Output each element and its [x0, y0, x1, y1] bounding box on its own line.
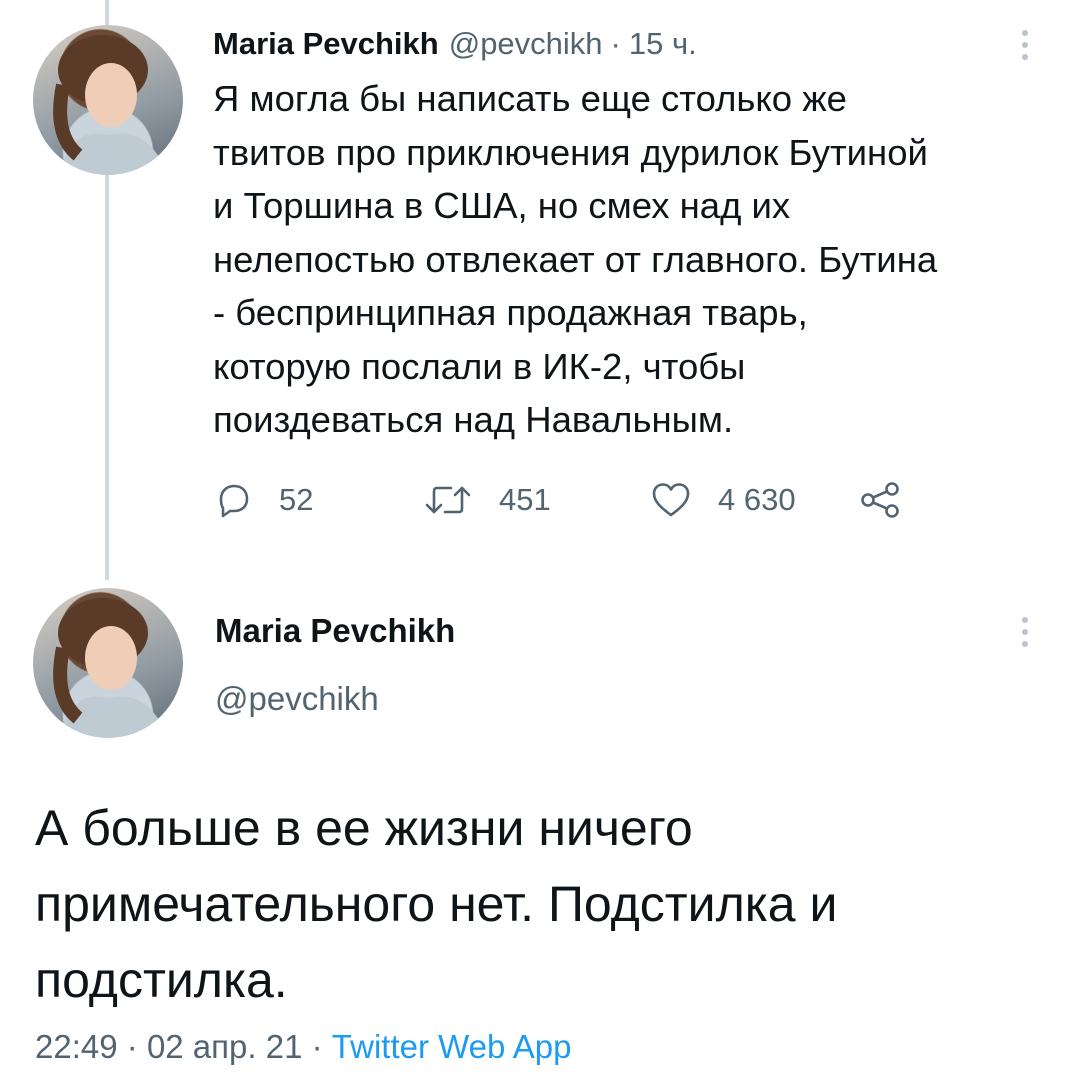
author-handle[interactable]: @pevchikh	[449, 26, 603, 62]
more-icon[interactable]	[1020, 30, 1030, 60]
tweet-text: Я могла бы написать еще столько же твито…	[213, 78, 938, 440]
retweet-count: 451	[499, 482, 551, 517]
separator: ·	[610, 26, 621, 61]
retweet-icon	[425, 486, 471, 514]
avatar-photo	[53, 598, 168, 738]
author-name[interactable]: Maria Pevchikh	[213, 26, 439, 62]
source-app-link[interactable]: Twitter Web App	[332, 1028, 572, 1065]
tweet-text: А больше в ее жизни ничего примечательно…	[35, 800, 838, 1008]
retweet-button[interactable]: 451	[423, 478, 551, 522]
tweet-time[interactable]: 22:49	[35, 1028, 118, 1065]
avatar-photo	[53, 35, 168, 175]
reply-icon	[219, 484, 249, 518]
separator: ·	[311, 1028, 323, 1065]
author-handle[interactable]: @pevchikh	[215, 680, 379, 718]
tweet-header: Maria Pevchikh @pevchikh · 15 ч.	[213, 26, 697, 66]
reply-button[interactable]: 52	[213, 478, 313, 522]
tweet-actions: 52 451 4 630	[213, 478, 933, 522]
avatar[interactable]	[33, 588, 183, 738]
reply-count: 52	[279, 482, 314, 517]
more-icon[interactable]	[1020, 617, 1030, 647]
author-name[interactable]: Maria Pevchikh	[215, 612, 455, 650]
tweet-time[interactable]: 15 ч.	[629, 26, 697, 62]
tweet-metadata: 22:49 · 02 апр. 21 · Twitter Web App	[35, 1028, 571, 1066]
avatar[interactable]	[33, 25, 183, 175]
separator: ·	[126, 1028, 138, 1065]
like-button[interactable]: 4 630	[650, 478, 796, 522]
tweet-date[interactable]: 02 апр. 21	[147, 1028, 303, 1065]
share-icon	[861, 482, 899, 518]
like-icon	[652, 483, 690, 517]
share-button[interactable]	[859, 478, 903, 522]
like-count: 4 630	[718, 482, 796, 517]
